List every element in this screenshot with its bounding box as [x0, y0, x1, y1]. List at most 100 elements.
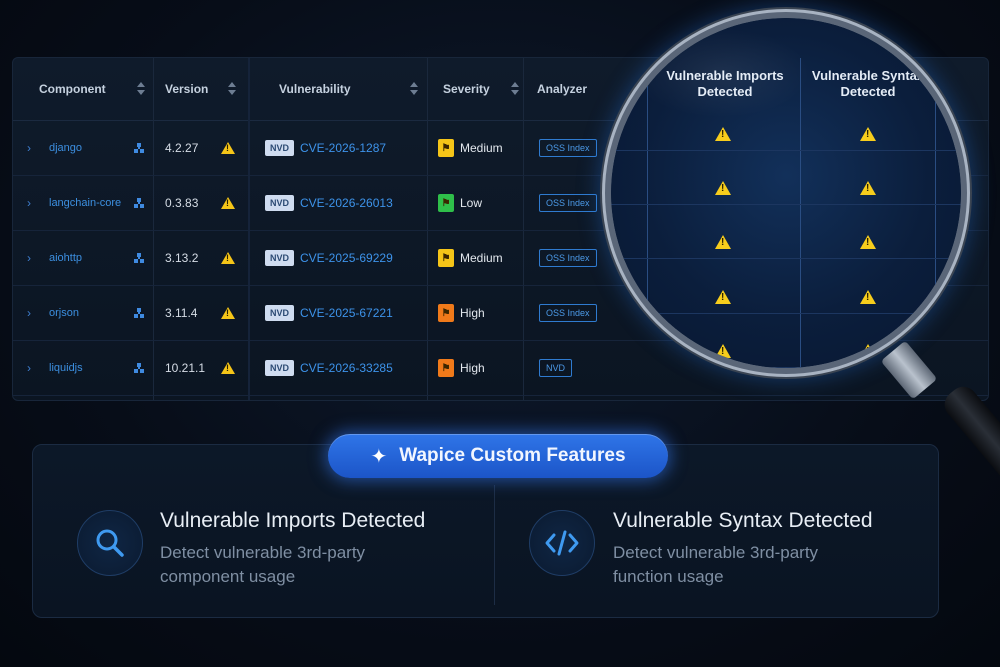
column-header-severity[interactable]: Severity [443, 58, 490, 120]
analyzer-link: OSS Index [539, 139, 597, 157]
severity-cell: ⚑ Low [438, 176, 482, 230]
column-divider [935, 58, 936, 368]
expand-chevron-icon[interactable]: › [27, 231, 31, 285]
warning-icon [715, 235, 731, 249]
warning-icon [860, 344, 876, 358]
sort-icon[interactable] [510, 82, 519, 96]
warning-icon [221, 231, 235, 285]
sort-icon[interactable] [227, 82, 236, 96]
warning-icon [715, 290, 731, 304]
analyzer-link: OSS Index [539, 249, 597, 267]
feature-divider [494, 485, 495, 605]
component-version: 3.11.4 [165, 306, 198, 320]
analyzer-link: OSS Index [539, 304, 597, 322]
severity-cell: ⚑ Medium [438, 231, 503, 285]
warning-icon [715, 127, 731, 141]
feature-description: Detect vulnerable 3rd-party component us… [160, 543, 366, 586]
analyzer-link: NVD [539, 359, 573, 377]
severity-label: High [460, 361, 485, 375]
row-divider [611, 313, 961, 314]
cve-link: CVE-2026-1287 [300, 141, 387, 155]
row-divider [611, 204, 961, 205]
component-name[interactable]: orjson [49, 286, 79, 340]
expand-chevron-icon[interactable]: › [27, 176, 31, 230]
feature-title: Vulnerable Syntax Detected [613, 509, 873, 532]
column-header-vulnerability[interactable]: Vulnerability [279, 58, 351, 120]
code-icon [545, 530, 579, 556]
analyzer-cell[interactable]: OSS Index [539, 231, 597, 285]
badge-label: Wapice Custom Features [399, 445, 626, 466]
sort-icon[interactable] [409, 82, 418, 96]
component-version: 0.3.83 [165, 196, 199, 210]
warning-icon [715, 344, 731, 358]
vulnerability-cell[interactable]: NVD CVE-2026-33285 [265, 341, 393, 395]
magnifier-handle [938, 381, 1000, 495]
component-name[interactable]: django [49, 121, 82, 175]
component-name[interactable]: liquidjs [49, 341, 83, 395]
vulnerability-cell[interactable]: NVD CVE-2025-67221 [265, 286, 393, 340]
severity-badge-icon: ⚑ [438, 304, 454, 322]
vulnerability-cell[interactable]: NVD CVE-2026-1287 [265, 121, 386, 175]
analyzer-cell[interactable]: OSS Index [539, 176, 597, 230]
column-divider [800, 58, 801, 368]
warning-icon [715, 181, 731, 195]
warning-icon [221, 286, 235, 340]
cve-link: CVE-2025-67221 [300, 306, 393, 320]
warning-icon [221, 121, 235, 175]
sort-icon[interactable] [136, 82, 145, 96]
component-version: 4.2.27 [165, 141, 199, 155]
expand-chevron-icon[interactable]: › [27, 286, 31, 340]
analyzer-cell[interactable]: OSS Index [539, 121, 597, 175]
component-name[interactable]: langchain-core [49, 176, 121, 230]
warning-icon [860, 127, 876, 141]
dependency-tree-icon[interactable] [134, 231, 144, 285]
source-tag: NVD [265, 360, 295, 376]
warning-icon [860, 235, 876, 249]
component-name[interactable]: aiohttp [49, 231, 82, 285]
vulnerability-cell[interactable]: NVD CVE-2025-69229 [265, 231, 393, 285]
source-tag: NVD [265, 305, 295, 321]
feature-description: Detect vulnerable 3rd-party function usa… [613, 543, 819, 586]
severity-badge-icon: ⚑ [438, 359, 454, 377]
analyzer-link: OSS Index [539, 194, 597, 212]
cve-link: CVE-2026-33285 [300, 361, 393, 375]
component-version: 10.21.1 [165, 361, 206, 375]
warning-icon [860, 290, 876, 304]
custom-features-badge: ✦ Wapice Custom Features [328, 434, 668, 478]
imports-feature-icon [77, 510, 143, 576]
sparkle-icon: ✦ [370, 445, 388, 468]
source-tag: NVD [265, 195, 295, 211]
severity-badge-icon: ⚑ [438, 249, 454, 267]
dependency-tree-icon[interactable] [134, 286, 144, 340]
severity-badge-icon: ⚑ [438, 139, 454, 157]
dependency-tree-icon[interactable] [134, 341, 144, 395]
vulnerable-syntax-header: Vulnerable Syntax Detected [811, 68, 925, 99]
severity-label: Medium [460, 141, 503, 155]
feature-title: Vulnerable Imports Detected [160, 509, 426, 532]
dependency-tree-icon[interactable] [134, 176, 144, 230]
column-divider [647, 58, 648, 368]
expand-chevron-icon[interactable]: › [27, 121, 31, 175]
row-divider [611, 150, 961, 151]
expand-chevron-icon[interactable]: › [27, 341, 31, 395]
cve-link: CVE-2025-69229 [300, 251, 393, 265]
source-tag: NVD [265, 140, 295, 156]
column-header-component[interactable]: Component [39, 58, 106, 120]
vulnerability-cell[interactable]: NVD CVE-2026-26013 [265, 176, 393, 230]
severity-badge-icon: ⚑ [438, 194, 454, 212]
severity-cell: ⚑ High [438, 341, 485, 395]
analyzer-cell[interactable]: OSS Index [539, 286, 597, 340]
dependency-tree-icon[interactable] [134, 121, 144, 175]
search-icon [96, 529, 124, 557]
magnifier-lens: Vulnerable Imports Detected Vulnerable S… [611, 18, 961, 368]
warning-icon [860, 181, 876, 195]
severity-label: High [460, 306, 485, 320]
cve-link: CVE-2026-26013 [300, 196, 393, 210]
warning-icon [221, 176, 235, 230]
row-divider [611, 258, 961, 259]
vulnerable-imports-header: Vulnerable Imports Detected [666, 68, 784, 99]
column-header-version[interactable]: Version [165, 58, 208, 120]
analyzer-cell[interactable]: NVD [539, 341, 573, 395]
severity-label: Low [460, 196, 483, 210]
column-header-analyzer[interactable]: Analyzer [537, 58, 587, 120]
